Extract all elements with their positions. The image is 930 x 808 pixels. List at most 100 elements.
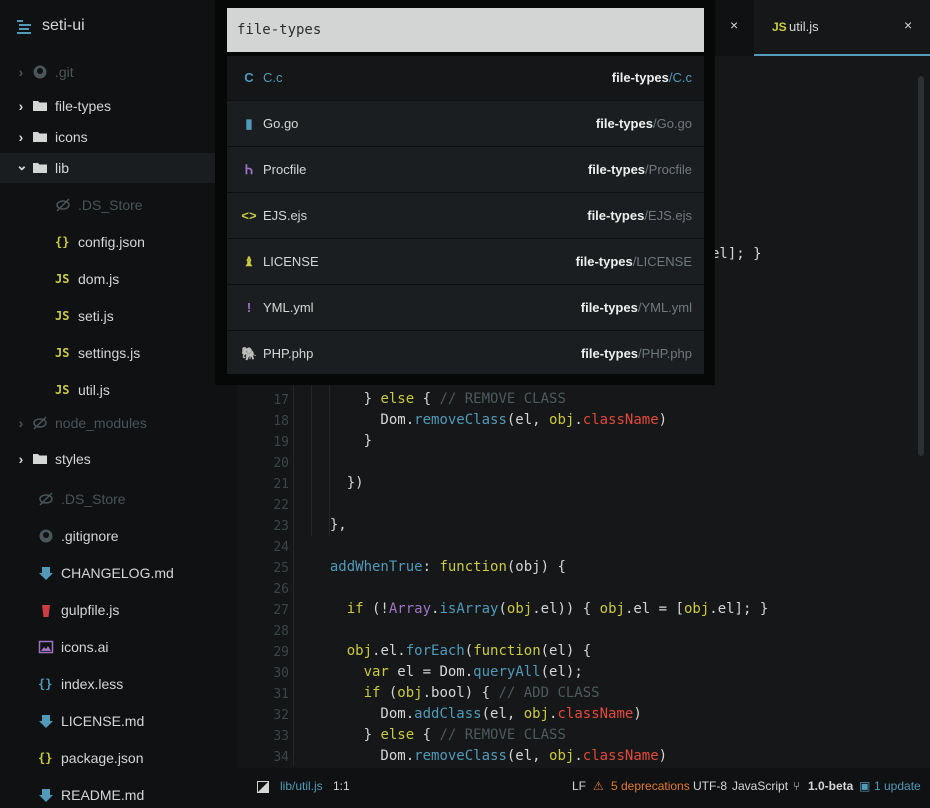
line-number: 33 (273, 729, 289, 744)
fuzzy-result-path-file: /Procfile (645, 162, 692, 177)
tree-view[interactable]: seti-ui › .git › file-types › icons ⌄ lib .DS_St… (0, 0, 237, 808)
fuzzy-result-name: Go.go (263, 116, 299, 131)
chevron-right-icon[interactable]: › (16, 416, 26, 430)
tree-file-seti-js[interactable]: JS seti.js (0, 301, 237, 331)
status-deprecations[interactable]: 5 deprecations (611, 779, 690, 793)
tree-file-dom-js[interactable]: JS dom.js (0, 264, 237, 294)
status-encoding[interactable]: UTF-8 (693, 779, 727, 793)
line-number: 28 (273, 624, 289, 639)
go-icon: ▮ (245, 116, 253, 131)
tree-folder-styles[interactable]: › styles (0, 444, 237, 474)
image-icon (38, 639, 54, 655)
chevron-right-icon[interactable]: › (16, 65, 26, 79)
status-branch[interactable]: 1.0-beta (808, 779, 853, 793)
tree-file-readme-md[interactable]: README.md (0, 780, 237, 808)
fuzzy-result-path: file-types/PHP.php (581, 346, 692, 361)
fuzzy-result-path-file: /EJS.ejs (644, 208, 692, 223)
chevron-right-icon[interactable]: › (16, 130, 26, 144)
line-number: 34 (273, 750, 289, 765)
code-line: var el = Dom.queryAll(el); (363, 664, 583, 680)
fuzzy-result-path-dir: file-types (575, 254, 633, 269)
fuzzy-result-yml-yml[interactable]: ! YML.yml file-types/YML.yml (227, 286, 704, 331)
fuzzy-result-path: file-types/LICENSE (576, 254, 692, 269)
tree-item-label: settings.js (78, 345, 141, 361)
status-file-path[interactable]: lib/util.js (280, 779, 323, 793)
fuzzy-result-path: file-types/Go.go (596, 116, 692, 131)
tree-file-icons-ai[interactable]: icons.ai (0, 632, 237, 662)
tree-item-label: .gitignore (61, 528, 119, 544)
tree-folder-file-types[interactable]: › file-types (0, 91, 237, 121)
fuzzy-result-name: YML.yml (263, 300, 314, 315)
js-icon: JS (55, 346, 70, 360)
json-icon: {} (38, 751, 53, 765)
tree-file-ds-store[interactable]: .DS_Store (0, 190, 237, 220)
tree-file-util-js[interactable]: JS util.js (0, 375, 237, 405)
line-number: 29 (273, 645, 289, 660)
chevron-down-icon[interactable]: ⌄ (16, 158, 28, 172)
heroku-icon: Ꮒ (245, 162, 253, 177)
project-header[interactable]: seti-ui (0, 0, 237, 54)
tree-file-changelog-md[interactable]: CHANGELOG.md (0, 558, 237, 588)
hidden-tab-close-button[interactable]: × (730, 17, 738, 33)
tree-file-settings-js[interactable]: JS settings.js (0, 338, 237, 368)
tree-file-gitignore[interactable]: .gitignore (0, 521, 237, 551)
file-icon[interactable] (257, 781, 269, 793)
tree-folder-lib[interactable]: ⌄ lib (0, 153, 237, 183)
chevron-right-icon[interactable]: › (16, 99, 26, 113)
fuzzy-result-path-file: /Go.go (652, 116, 692, 131)
code-line: }) (313, 475, 364, 491)
license-icon: ♝ (243, 254, 255, 269)
php-icon: 🐘 (241, 346, 258, 361)
fuzzy-result-go-go[interactable]: ▮ Go.go file-types/Go.go (227, 102, 704, 147)
chevron-right-icon[interactable]: › (16, 452, 26, 466)
status-line-ending[interactable]: LF (572, 779, 586, 793)
markdown-icon (38, 713, 54, 729)
js-icon: JS (55, 272, 70, 286)
tree-item-label: README.md (61, 787, 145, 803)
js-icon: JS (55, 309, 70, 323)
tree-folder-icons[interactable]: › icons (0, 122, 237, 152)
status-cursor-position[interactable]: 1:1 (333, 779, 350, 793)
less-icon: {} (38, 677, 53, 691)
tree-item-label: icons (55, 129, 88, 145)
js-icon: JS (55, 383, 70, 397)
fuzzy-result-ejs-ejs[interactable]: <> EJS.ejs file-types/EJS.ejs (227, 194, 704, 239)
fuzzy-result-path-file: /C.c (668, 70, 692, 85)
fuzzy-result-php-php[interactable]: 🐘 PHP.php file-types/PHP.php (227, 332, 704, 374)
fuzzy-finder-results[interactable]: C C.c file-types/C.c ▮ Go.go file-types/Go.go… (227, 56, 704, 374)
fuzzy-finder-input[interactable]: file-types (227, 8, 704, 52)
fuzzy-result-procfile[interactable]: Ꮒ Procfile file-types/Procfile (227, 148, 704, 193)
fuzzy-result-path-dir: file-types (595, 116, 653, 131)
status-bar: lib/util.js 1:1 LF ⚠ 5 deprecations UTF-… (237, 768, 930, 808)
markdown-icon (38, 787, 54, 803)
status-grammar[interactable]: JavaScript (732, 779, 788, 793)
c-icon: C (244, 70, 254, 85)
tree-folder-git[interactable]: › .git (0, 57, 237, 87)
tree-file-ds-store[interactable]: .DS_Store (0, 484, 237, 514)
tree-file-config-json[interactable]: {} config.json (0, 227, 237, 257)
tree-item-label: CHANGELOG.md (61, 565, 174, 581)
line-number: 31 (273, 687, 289, 702)
folder-icon (32, 129, 48, 145)
tree-file-package-json[interactable]: {} package.json (0, 743, 237, 773)
code-line: obj.el.forEach(function(el) { (346, 643, 592, 659)
vertical-scrollbar[interactable] (918, 76, 924, 456)
status-updates[interactable]: 1 update (874, 779, 921, 793)
fuzzy-result-path-dir: file-types (611, 70, 669, 85)
code-line: } else { // REMOVE CLASS (313, 391, 566, 407)
fuzzy-result-name: LICENSE (263, 254, 319, 269)
project-name: seti-ui (42, 17, 85, 34)
folder-icon (32, 98, 48, 114)
fuzzy-result-c-c[interactable]: C C.c file-types/C.c (227, 56, 704, 101)
fuzzy-result-license[interactable]: ♝ LICENSE file-types/LICENSE (227, 240, 704, 285)
tree-item-label: lib (55, 160, 70, 176)
tab-util-js[interactable]: JS util.js × (754, 0, 930, 56)
tree-folder-node-modules[interactable]: › node_modules (0, 408, 237, 438)
tree-file-index-less[interactable]: {} index.less (0, 669, 237, 699)
code-line: Dom.removeClass(el, obj.className) (313, 748, 668, 764)
tree-item-label: styles (55, 451, 91, 467)
tree-file-gulpfile-js[interactable]: gulpfile.js (0, 595, 237, 625)
tree-item-label: file-types (55, 98, 112, 114)
tab-close-button[interactable]: × (904, 17, 912, 33)
tree-file-license-md[interactable]: LICENSE.md (0, 706, 237, 736)
